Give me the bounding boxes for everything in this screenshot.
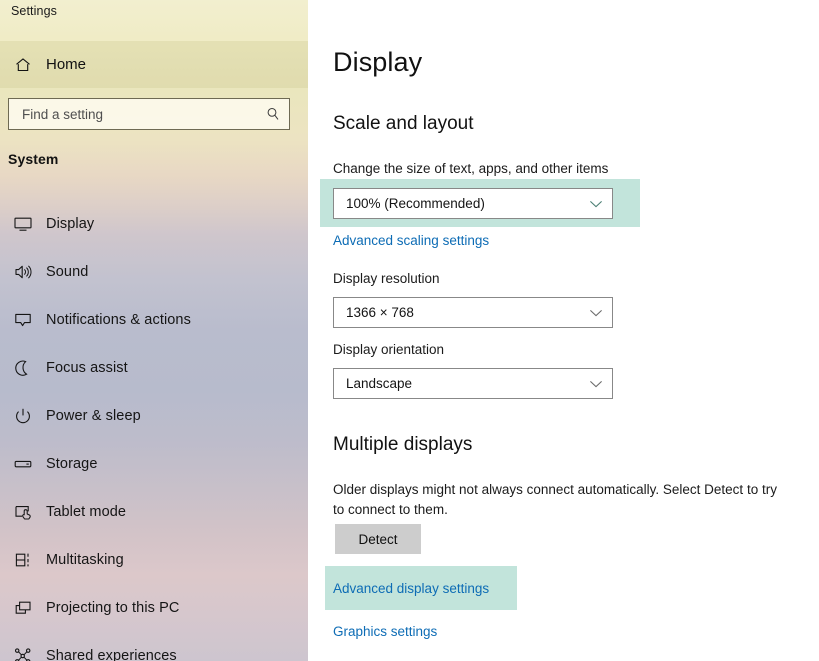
share-nodes-icon	[0, 647, 46, 661]
sidebar-item-sound[interactable]: Sound	[0, 248, 308, 296]
sidebar-item-display[interactable]: Display	[0, 200, 308, 248]
display-resolution-label: Display resolution	[333, 271, 440, 286]
multitasking-icon	[0, 551, 46, 569]
sidebar-item-notifications-label: Notifications & actions	[46, 312, 191, 328]
tablet-icon	[0, 503, 46, 521]
scale-field-label: Change the size of text, apps, and other…	[333, 161, 609, 176]
notification-icon	[0, 311, 46, 329]
search-box[interactable]	[8, 98, 290, 130]
scale-dropdown-value: 100% (Recommended)	[346, 196, 485, 211]
search-icon[interactable]	[257, 99, 289, 129]
sidebar-item-projecting-label: Projecting to this PC	[46, 600, 180, 616]
sidebar-item-power-sleep-label: Power & sleep	[46, 408, 141, 424]
sidebar-item-shared-experiences[interactable]: Shared experiences	[0, 632, 308, 661]
main-content: Display Scale and layout Change the size…	[308, 0, 819, 661]
speaker-icon	[0, 263, 46, 281]
sidebar: Settings Home System	[0, 0, 308, 661]
sidebar-section-heading: System	[8, 151, 59, 167]
display-orientation-value: Landscape	[346, 376, 413, 391]
sidebar-item-display-label: Display	[46, 216, 95, 232]
sidebar-item-tablet-mode-label: Tablet mode	[46, 504, 127, 520]
graphics-settings-link[interactable]: Graphics settings	[333, 624, 437, 639]
page-title: Display	[333, 47, 423, 77]
chevron-down-icon[interactable]	[580, 379, 612, 389]
sidebar-item-shared-experiences-label: Shared experiences	[46, 648, 177, 661]
sidebar-item-home[interactable]: Home	[0, 41, 308, 88]
sidebar-item-sound-label: Sound	[46, 264, 89, 280]
detect-button[interactable]: Detect	[335, 524, 421, 554]
scale-dropdown[interactable]: 100% (Recommended)	[333, 188, 613, 219]
sidebar-item-focus-assist-label: Focus assist	[46, 360, 128, 376]
display-resolution-dropdown[interactable]: 1366 × 768	[333, 297, 613, 328]
scale-and-layout-heading: Scale and layout	[333, 113, 474, 134]
display-resolution-value: 1366 × 768	[346, 305, 414, 320]
home-icon	[0, 56, 46, 74]
chevron-down-icon[interactable]	[580, 308, 612, 318]
advanced-scaling-settings-link[interactable]: Advanced scaling settings	[333, 233, 489, 248]
sidebar-item-storage[interactable]: Storage	[0, 440, 308, 488]
sidebar-item-home-label: Home	[46, 56, 87, 73]
moon-icon	[0, 359, 46, 377]
power-icon	[0, 407, 46, 425]
multiple-displays-heading: Multiple displays	[333, 434, 473, 455]
multiple-displays-description: Older displays might not always connect …	[333, 482, 777, 517]
sidebar-item-multitasking-label: Multitasking	[46, 552, 124, 568]
drive-icon	[0, 455, 46, 473]
sidebar-nav-list: Display Sound Notifications & actions Fo…	[0, 200, 308, 661]
sidebar-item-storage-label: Storage	[46, 456, 98, 472]
sidebar-item-multitasking[interactable]: Multitasking	[0, 536, 308, 584]
sidebar-item-tablet-mode[interactable]: Tablet mode	[0, 488, 308, 536]
monitor-icon	[0, 215, 46, 233]
advanced-display-settings-link[interactable]: Advanced display settings	[333, 581, 489, 596]
search-input[interactable]	[9, 99, 257, 129]
sidebar-item-focus-assist[interactable]: Focus assist	[0, 344, 308, 392]
title-bar: Settings	[0, 0, 308, 38]
display-orientation-dropdown[interactable]: Landscape	[333, 368, 613, 399]
sidebar-item-projecting[interactable]: Projecting to this PC	[0, 584, 308, 632]
project-screen-icon	[0, 599, 46, 617]
display-orientation-label: Display orientation	[333, 342, 445, 357]
sidebar-item-notifications[interactable]: Notifications & actions	[0, 296, 308, 344]
chevron-down-icon[interactable]	[580, 199, 612, 209]
settings-window: Settings Home System	[0, 0, 819, 661]
sidebar-item-power-sleep[interactable]: Power & sleep	[0, 392, 308, 440]
app-title: Settings	[11, 4, 57, 18]
